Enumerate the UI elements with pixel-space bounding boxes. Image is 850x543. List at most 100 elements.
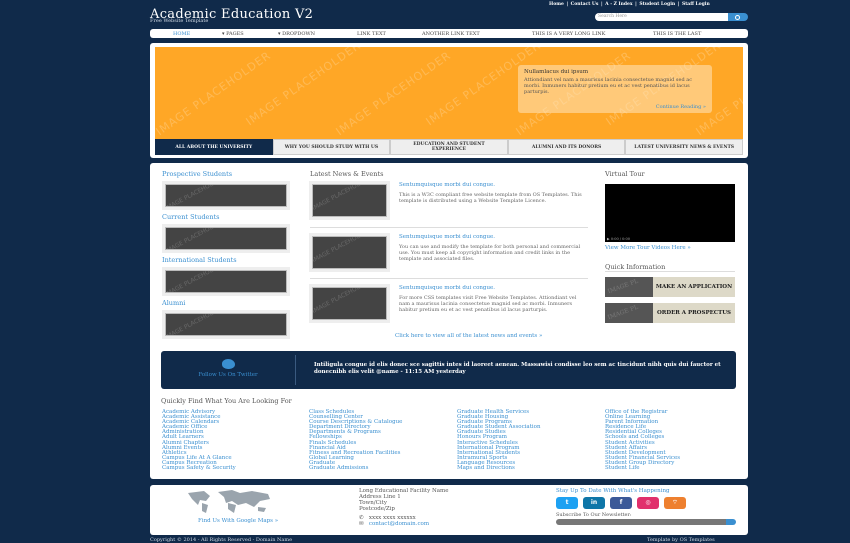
instagram-button[interactable]: ◎ — [637, 497, 659, 509]
news-thumb[interactable] — [309, 181, 390, 220]
twitter-icon: t — [565, 499, 569, 506]
thumb-prospective[interactable] — [162, 181, 290, 210]
video-controls[interactable]: ▶ 0:00 / 0:00 — [607, 237, 733, 241]
main-content: Prospective Students Current Students In… — [150, 163, 748, 479]
hero-banner-image: IMAGE PLACEHOLDER IMAGE PLACEHOLDER IMAG… — [155, 47, 743, 143]
search-button[interactable] — [728, 13, 748, 21]
quickfind-column-3: Graduate Health Services Graduate Housing… — [457, 409, 541, 471]
subscribe-label: Subscribe To Our Newsletter: — [556, 512, 632, 518]
twitter-button[interactable]: t — [556, 497, 578, 509]
main-nav: Home ▾ Pages ▾ Dropdown Link Text Anothe… — [150, 29, 748, 38]
tab-education-experience[interactable]: Education And Student Experience — [390, 139, 508, 155]
section-international-students[interactable]: International Students — [162, 256, 237, 264]
divider — [310, 227, 588, 228]
quickfind-column-1: Academic Advisory Academic Assistance Acad… — [162, 409, 236, 471]
tweet-text: Intiligula congue id elis donec sce sagi… — [314, 362, 721, 375]
twitter-bird-icon — [219, 358, 237, 370]
tab-alumni-donors[interactable]: Alumni And Its Donors — [507, 139, 626, 155]
caption-body: Attiondiant vel nam a maurisus lacinia c… — [524, 77, 693, 95]
address-block: Long Educational Facility Name Address L… — [359, 488, 449, 527]
facebook-icon: f — [619, 499, 623, 506]
news-title[interactable]: Sentumquisque morbi dui congue. — [399, 182, 495, 188]
nav-dropdown[interactable]: ▾ Dropdown — [278, 31, 315, 37]
toplink-student-login[interactable]: Student Login — [638, 2, 676, 7]
section-current-students[interactable]: Current Students — [162, 213, 219, 221]
linkedin-icon: in — [590, 499, 598, 506]
thumb-alumni[interactable] — [162, 310, 290, 339]
more-tour-videos-link[interactable]: View More Tour Videos Here » — [605, 245, 691, 251]
follow-twitter-link[interactable]: Follow Us On Twitter — [161, 372, 295, 378]
subscribe-form — [556, 519, 736, 525]
news-body: This is a W3C compliant free website tem… — [399, 192, 582, 204]
toplink-az-index[interactable]: A - Z Index — [604, 2, 633, 7]
email-line: ✉ contact@domain.com — [359, 521, 449, 527]
divider — [310, 278, 588, 279]
twitter-feed: Follow Us On Twitter Intiligula congue i… — [161, 351, 736, 389]
subscribe-email-input[interactable] — [556, 519, 726, 525]
toplink-home[interactable]: Home — [548, 2, 565, 7]
rss-button[interactable]: ⌔ — [664, 497, 686, 509]
stay-up-to-date: Stay Up To Date With What's Happening — [556, 488, 670, 494]
hero-caption: Nullamlacus dui ipsum Attiondiant vel na… — [518, 65, 712, 113]
quickfind-heading: Quickly Find What You Are Looking For — [161, 397, 292, 405]
nav-pages[interactable]: ▾ Pages — [222, 31, 244, 37]
news-title[interactable]: Sentumquisque morbi dui congue. — [399, 234, 495, 240]
footer: Find Us With Google Maps » Long Educatio… — [150, 485, 748, 535]
linkedin-button[interactable]: in — [583, 497, 605, 509]
template-credit[interactable]: Template by OS Templates — [647, 537, 715, 543]
facebook-button[interactable]: f — [610, 497, 632, 509]
quickfind-column-2: Class Schedules Counselling Center Course … — [309, 409, 402, 471]
virtual-tour-heading: Virtual Tour — [605, 170, 645, 178]
quickfind-link[interactable]: Student Life — [605, 465, 680, 471]
tab-latest-news[interactable]: Latest University News & Events — [625, 139, 743, 155]
news-body: You can use and modify the template for … — [399, 244, 581, 262]
section-alumni[interactable]: Alumni — [162, 299, 185, 307]
prospectus-image — [605, 303, 653, 323]
quickfind-link[interactable]: Graduate Admissions — [309, 465, 402, 471]
toplink-staff-login[interactable]: Staff Login — [681, 2, 711, 7]
caption-title: Nullamlacus dui ipsum — [524, 69, 589, 75]
video-player[interactable]: ▶ 0:00 / 0:00 — [605, 184, 735, 242]
google-maps-link[interactable]: Find Us With Google Maps » — [198, 518, 278, 524]
quick-info-heading: Quick Information — [605, 263, 666, 271]
rss-icon: ⌔ — [672, 499, 678, 506]
hero-tabs: All About The University Why You Should … — [155, 139, 743, 155]
site-tagline: Free Website Template — [150, 18, 209, 24]
news-thumb[interactable] — [309, 284, 390, 323]
nav-very-long-link[interactable]: This Is A Very Long Link — [532, 31, 605, 37]
thumb-current[interactable] — [162, 224, 290, 253]
nav-another-link-text[interactable]: Another Link Text — [422, 31, 480, 37]
hero-slider: IMAGE PLACEHOLDER IMAGE PLACEHOLDER IMAG… — [150, 43, 748, 158]
search-input[interactable]: Search Here — [595, 13, 728, 21]
tab-about-university[interactable]: All About The University — [155, 139, 273, 155]
nav-link-text[interactable]: Link Text — [357, 31, 386, 37]
copyright-text: Copyright © 2014 - All Rights Reserved -… — [150, 537, 293, 543]
news-thumb[interactable] — [309, 233, 390, 272]
quickfind-link[interactable]: Campus Safety & Security — [162, 465, 236, 471]
envelope-icon: ✉ — [359, 521, 364, 527]
application-image — [605, 277, 653, 297]
section-prospective-students[interactable]: Prospective Students — [162, 170, 232, 178]
top-links: Home | Contact Us | A - Z Index | Studen… — [548, 2, 711, 7]
subscribe-submit-button[interactable] — [726, 519, 736, 525]
email-link[interactable]: contact@domain.com — [369, 521, 429, 527]
divider — [605, 271, 735, 272]
news-body: For more CSS templates visit Free Websit… — [399, 295, 577, 313]
thumb-international[interactable] — [162, 267, 290, 296]
continue-reading-link[interactable]: Continue Reading » — [656, 104, 706, 110]
view-all-news-link[interactable]: Click here to view all of the latest new… — [395, 333, 542, 339]
video-time: 0:00 / 0:00 — [610, 237, 630, 241]
nav-last[interactable]: This Is The Last — [653, 31, 701, 37]
quickfind-column-4: Office of the Registrar Online Learning Pa… — [605, 409, 680, 471]
quickfind-link[interactable]: Maps and Directions — [457, 465, 541, 471]
make-application-button[interactable]: Make An Application — [605, 277, 735, 297]
tab-why-study[interactable]: Why You Should Study With Us — [272, 139, 391, 155]
search-bar: Search Here — [595, 13, 748, 21]
world-map-image[interactable] — [180, 487, 280, 515]
news-title[interactable]: Sentumquisque morbi dui congue. — [399, 285, 495, 291]
nav-home[interactable]: Home — [173, 31, 190, 37]
twitter-follow[interactable]: Follow Us On Twitter — [161, 355, 296, 385]
instagram-icon: ◎ — [645, 499, 651, 506]
toplink-contact[interactable]: Contact Us — [570, 2, 600, 7]
order-prospectus-button[interactable]: Order A Prospectus — [605, 303, 735, 323]
